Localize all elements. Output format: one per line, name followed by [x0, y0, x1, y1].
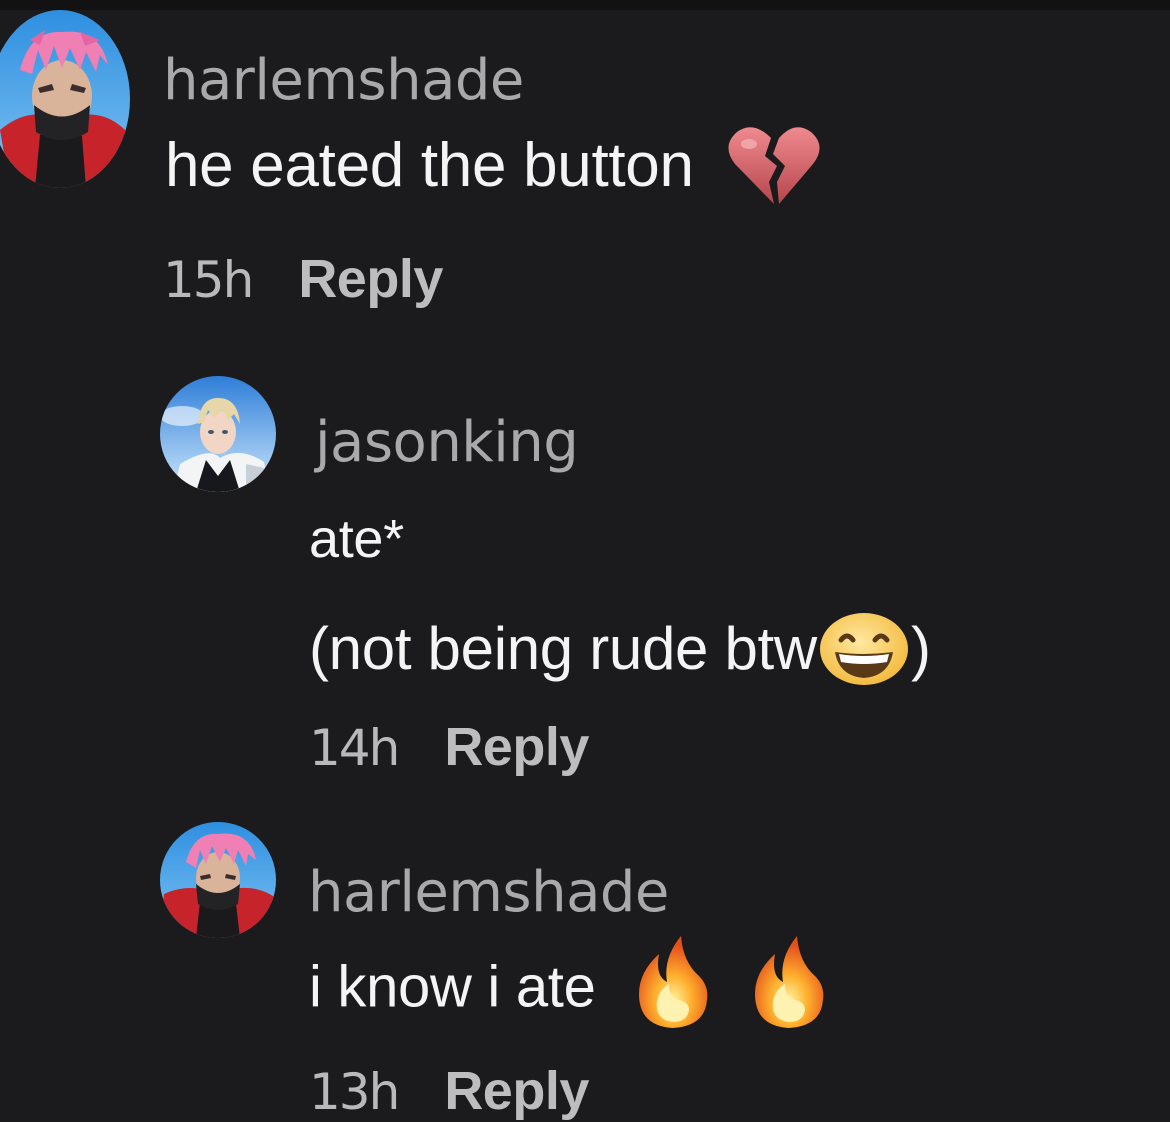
reply-button[interactable]: Reply [444, 1060, 589, 1122]
comment-meta: 13h Reply [309, 1060, 589, 1122]
avatar-image [160, 376, 276, 492]
comment-meta: 14h Reply [309, 716, 589, 778]
avatar[interactable] [160, 376, 276, 492]
avatar-image [0, 10, 130, 188]
comment-text-line-1: ate* [309, 509, 404, 569]
comment-text: he eated the button [165, 126, 821, 206]
avatar[interactable] [0, 10, 130, 188]
comment-time: 15h [163, 251, 254, 309]
comment-time: 13h [309, 1063, 400, 1121]
comment-text-content: (not being rude btw [309, 615, 817, 682]
reply-button[interactable]: Reply [298, 248, 443, 310]
comment-text-line-2: (not being rude btw ) [309, 613, 931, 688]
comment-username[interactable]: harlemshade [163, 48, 524, 113]
fire-icon [749, 932, 829, 1030]
comment-text-content: he eated the button [165, 131, 694, 200]
comment-meta: 15h Reply [163, 248, 443, 310]
comment-username[interactable]: harlemshade [308, 860, 669, 925]
avatar-image [160, 822, 276, 938]
fire-icon [633, 932, 713, 1030]
grinning-face-icon [817, 610, 911, 688]
comment-username[interactable]: jasonking [315, 410, 579, 475]
comment-text-content: i know i ate [309, 954, 596, 1020]
broken-heart-icon [727, 122, 821, 206]
top-edge [0, 0, 1170, 10]
avatar[interactable] [160, 822, 276, 938]
reply-button[interactable]: Reply [444, 716, 589, 778]
comment-text: i know i ate [309, 936, 829, 1030]
comment-text-end: ) [910, 615, 931, 682]
comment-time: 14h [309, 719, 400, 777]
